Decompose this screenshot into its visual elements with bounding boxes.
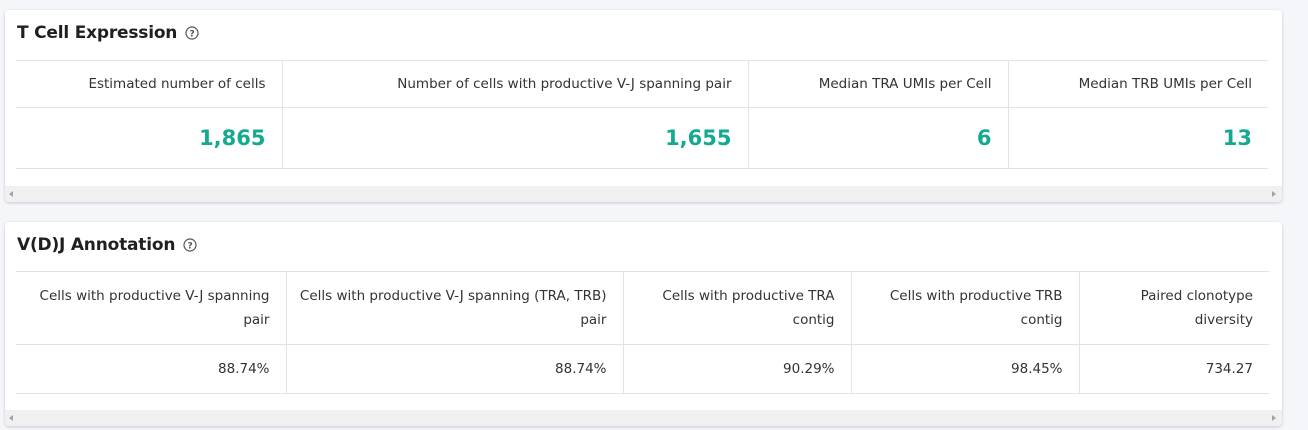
value-paired-clonotype-diversity: 734.27 <box>1078 344 1269 394</box>
horizontal-scrollbar[interactable] <box>5 186 1282 202</box>
t-cell-expression-card: T Cell Expression ? Estimated number of … <box>5 10 1282 202</box>
header-productive-vj-tra-trb-pair: Cells with productive V-J spanning (TRA,… <box>285 271 623 345</box>
scroll-left-icon[interactable] <box>9 415 13 421</box>
vdj-annotation-title: V(D)J Annotation ? <box>17 235 197 255</box>
horizontal-scrollbar[interactable] <box>5 410 1282 426</box>
value-estimated-cells: 1,865 <box>16 107 282 169</box>
t-cell-expression-title: T Cell Expression ? <box>17 23 199 43</box>
scroll-left-icon[interactable] <box>9 191 13 197</box>
svg-text:?: ? <box>190 29 195 39</box>
header-productive-vj-pair: Cells with productive V-J spanning pair <box>16 271 286 345</box>
value-productive-vj-tra-trb-pair: 88.74% <box>285 344 623 394</box>
header-productive-trb-contig: Cells with productive TRB contig <box>850 271 1079 345</box>
card-title-text: V(D)J Annotation <box>17 235 176 255</box>
header-productive-vj-pair: Number of cells with productive V-J span… <box>281 60 748 108</box>
header-productive-tra-contig: Cells with productive TRA contig <box>622 271 851 345</box>
t-cell-metrics-table: Estimated number of cells Number of cell… <box>16 60 1268 169</box>
vdj-annotation-card: V(D)J Annotation ? Cells with productive… <box>5 222 1282 426</box>
value-productive-vj-pair: 88.74% <box>16 344 286 394</box>
table-header-row: Estimated number of cells Number of cell… <box>16 60 1268 108</box>
value-productive-vj-pair: 1,655 <box>281 107 748 169</box>
card-title-text: T Cell Expression <box>17 23 178 43</box>
vdj-metrics-table: Cells with productive V-J spanning pair … <box>16 271 1269 394</box>
table-header-row: Cells with productive V-J spanning pair … <box>16 271 1269 345</box>
header-median-tra-umis: Median TRA UMIs per Cell <box>747 60 1008 108</box>
value-productive-tra-contig: 90.29% <box>622 344 851 394</box>
value-productive-trb-contig: 98.45% <box>850 344 1079 394</box>
svg-text:?: ? <box>188 241 193 251</box>
scroll-right-icon[interactable] <box>1272 191 1276 197</box>
header-paired-clonotype-diversity: Paired clonotype diversity <box>1078 271 1269 345</box>
question-circle-icon[interactable]: ? <box>185 26 199 40</box>
question-circle-icon[interactable]: ? <box>183 238 197 252</box>
header-estimated-cells: Estimated number of cells <box>16 60 282 108</box>
table-value-row: 88.74% 88.74% 90.29% 98.45% 734.27 <box>16 344 1269 394</box>
table-value-row: 1,865 1,655 6 13 <box>16 107 1268 169</box>
value-median-trb-umis: 13 <box>1007 107 1268 169</box>
scroll-right-icon[interactable] <box>1272 415 1276 421</box>
header-median-trb-umis: Median TRB UMIs per Cell <box>1007 60 1268 108</box>
value-median-tra-umis: 6 <box>747 107 1008 169</box>
